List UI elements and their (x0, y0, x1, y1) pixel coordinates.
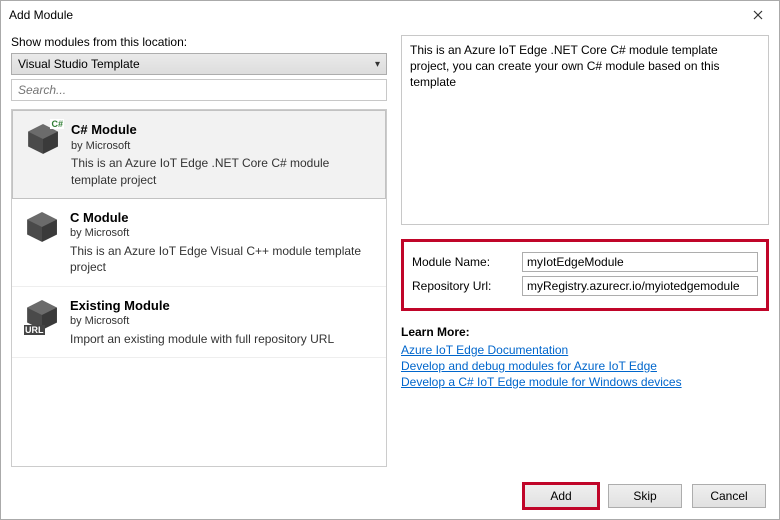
repo-url-label: Repository Url: (412, 279, 510, 293)
repo-url-input[interactable] (522, 276, 758, 296)
close-icon (753, 7, 763, 23)
search-input[interactable] (11, 79, 387, 101)
module-properties: Module Name: Repository Url: (401, 239, 769, 311)
titlebar: Add Module (1, 1, 779, 29)
module-list: C# C# Module by Microsoft This is an Azu… (11, 109, 387, 467)
badge: URL (24, 325, 45, 335)
location-value: Visual Studio Template (18, 57, 140, 71)
module-name-label: Module Name: (412, 255, 510, 269)
module-desc: This is an Azure IoT Edge .NET Core C# m… (71, 155, 373, 187)
link-iot-docs[interactable]: Azure IoT Edge Documentation (401, 343, 568, 357)
skip-button[interactable]: Skip (608, 484, 682, 508)
cube-icon: C# (25, 121, 61, 157)
module-by: by Microsoft (70, 226, 374, 241)
module-by: by Microsoft (70, 314, 334, 329)
dialog-footer: Add Skip Cancel (0, 472, 780, 520)
cancel-button[interactable]: Cancel (692, 484, 766, 508)
module-desc: Import an existing module with full repo… (70, 331, 334, 347)
description-box: This is an Azure IoT Edge .NET Core C# m… (401, 35, 769, 225)
module-title: C# Module (71, 121, 373, 139)
module-item-c[interactable]: C Module by Microsoft This is an Azure I… (12, 199, 386, 287)
module-name-input[interactable] (522, 252, 758, 272)
cube-icon (24, 209, 60, 245)
module-title: Existing Module (70, 297, 334, 315)
add-button[interactable]: Add (524, 484, 598, 508)
location-label: Show modules from this location: (11, 35, 387, 49)
location-dropdown[interactable]: Visual Studio Template ▾ (11, 53, 387, 75)
cube-icon: URL (24, 297, 60, 333)
learn-more-title: Learn More: (401, 325, 769, 339)
close-button[interactable] (737, 1, 779, 29)
badge: C# (50, 119, 64, 129)
module-by: by Microsoft (71, 139, 373, 154)
module-title: C Module (70, 209, 374, 227)
module-item-csharp[interactable]: C# C# Module by Microsoft This is an Azu… (12, 110, 386, 199)
learn-more: Learn More: Azure IoT Edge Documentation… (401, 325, 769, 391)
link-develop-debug[interactable]: Develop and debug modules for Azure IoT … (401, 359, 657, 373)
module-item-existing[interactable]: URL Existing Module by Microsoft Import … (12, 287, 386, 359)
window-title: Add Module (9, 8, 73, 22)
module-desc: This is an Azure IoT Edge Visual C++ mod… (70, 243, 374, 275)
chevron-down-icon: ▾ (375, 59, 380, 70)
link-develop-csharp-windows[interactable]: Develop a C# IoT Edge module for Windows… (401, 375, 682, 389)
